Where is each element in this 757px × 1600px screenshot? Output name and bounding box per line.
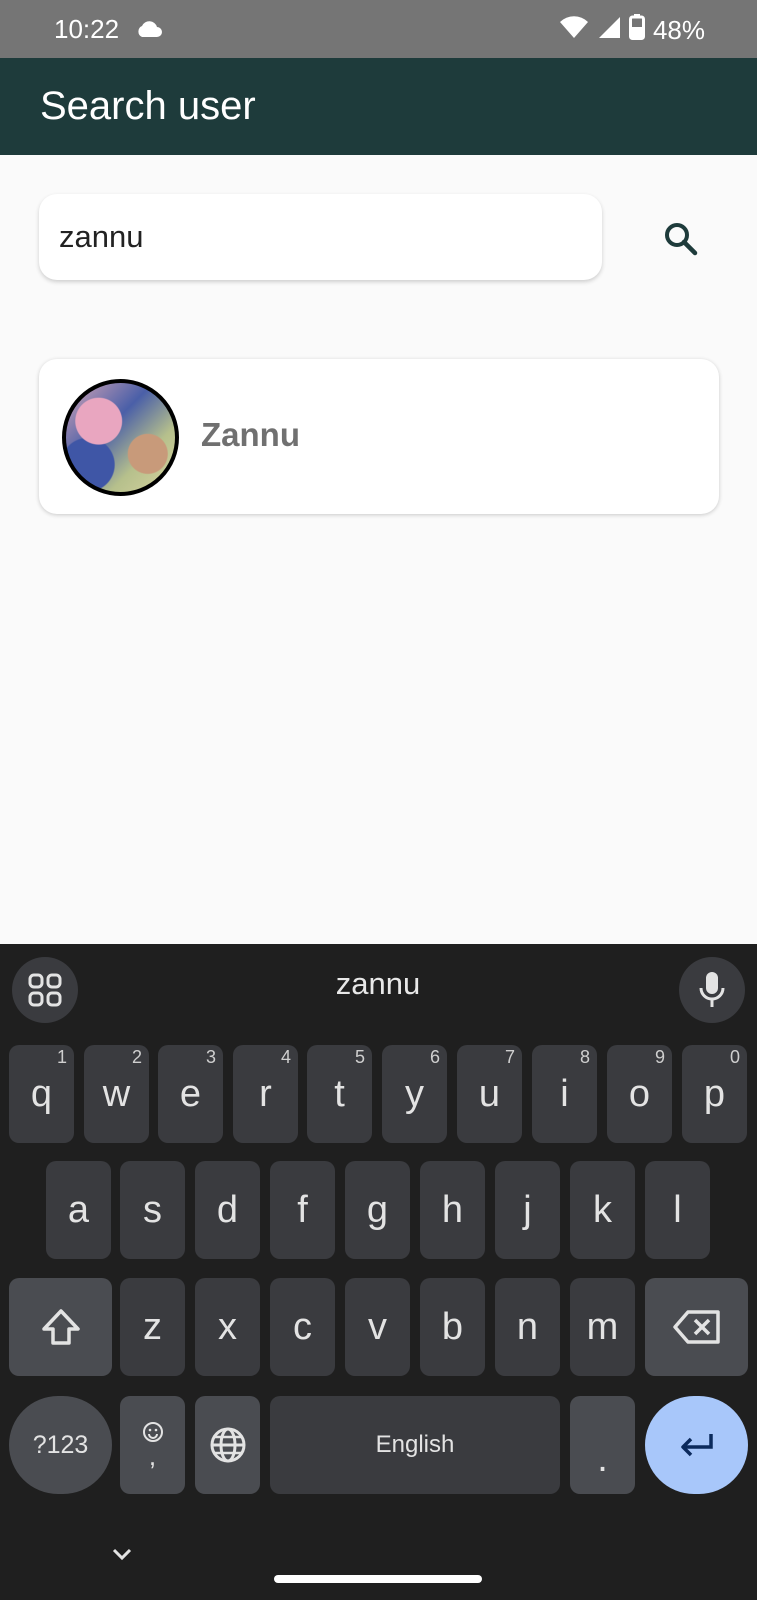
hide-keyboard-button[interactable] (107, 1541, 137, 1567)
status-bar: 10:22 48% (0, 0, 757, 58)
backspace-icon (672, 1310, 720, 1344)
key-i[interactable]: 8i (532, 1045, 597, 1143)
mic-button[interactable] (679, 957, 745, 1023)
key-x[interactable]: x (195, 1278, 260, 1376)
status-time: 10:22 (54, 14, 120, 44)
search-input[interactable] (59, 194, 579, 280)
signal-icon (597, 15, 621, 46)
key-v[interactable]: v (345, 1278, 410, 1376)
battery-percent: 48% (652, 15, 705, 45)
search-icon (665, 223, 698, 256)
enter-icon (680, 1434, 713, 1457)
key-j[interactable]: j (495, 1161, 560, 1259)
key-l[interactable]: l (645, 1161, 710, 1259)
enter-key[interactable] (645, 1396, 748, 1494)
key-o[interactable]: 9o (607, 1045, 672, 1143)
key-e[interactable]: 3e (158, 1045, 223, 1143)
key-y[interactable]: 6y (382, 1045, 447, 1143)
apps-grid-button[interactable] (12, 957, 78, 1023)
navigation-handle[interactable] (274, 1575, 482, 1583)
key-c[interactable]: c (270, 1278, 335, 1376)
key-t[interactable]: 5t (307, 1045, 372, 1143)
battery-icon (628, 14, 645, 47)
key-r[interactable]: 4r (233, 1045, 298, 1143)
key-b[interactable]: b (420, 1278, 485, 1376)
backspace-key[interactable] (645, 1278, 748, 1376)
chevron-down-icon (112, 1548, 132, 1561)
key-p[interactable]: 0p (682, 1045, 747, 1143)
app-bar: Search user (0, 58, 757, 155)
key-h[interactable]: h (420, 1161, 485, 1259)
keyboard: zannu 1q 2w 3e 4r 5t 6y 7u 8i 9o 0p a s … (0, 944, 757, 1600)
cloud-icon (135, 20, 163, 43)
key-s[interactable]: s (120, 1161, 185, 1259)
wifi-icon (559, 15, 589, 46)
key-n[interactable]: n (495, 1278, 560, 1376)
page-title: Search user (40, 84, 256, 128)
key-g[interactable]: g (345, 1161, 410, 1259)
grid-icon (28, 973, 62, 1007)
symbols-key[interactable]: ?123 (9, 1396, 112, 1494)
space-key[interactable]: English (270, 1396, 560, 1494)
key-d[interactable]: d (195, 1161, 260, 1259)
emoji-icon (142, 1422, 163, 1442)
key-q[interactable]: 1q (9, 1045, 74, 1143)
language-key[interactable] (195, 1396, 260, 1494)
key-a[interactable]: a (46, 1161, 111, 1259)
key-k[interactable]: k (570, 1161, 635, 1259)
emoji-comma-key[interactable]: , (120, 1396, 185, 1494)
mic-icon (699, 972, 725, 1007)
key-m[interactable]: m (570, 1278, 635, 1376)
avatar (62, 379, 179, 496)
shift-key[interactable] (9, 1278, 112, 1376)
period-key[interactable]: . (570, 1396, 635, 1494)
key-f[interactable]: f (270, 1161, 335, 1259)
user-result-card[interactable]: Zannu (39, 359, 719, 514)
key-u[interactable]: 7u (457, 1045, 522, 1143)
globe-icon (210, 1427, 245, 1463)
user-name: Zannu (201, 416, 300, 453)
shift-icon (41, 1309, 80, 1345)
search-button[interactable] (656, 214, 706, 264)
key-z[interactable]: z (120, 1278, 185, 1376)
search-box (39, 194, 602, 280)
key-w[interactable]: 2w (84, 1045, 149, 1143)
suggestion[interactable]: zannu (250, 966, 506, 1002)
